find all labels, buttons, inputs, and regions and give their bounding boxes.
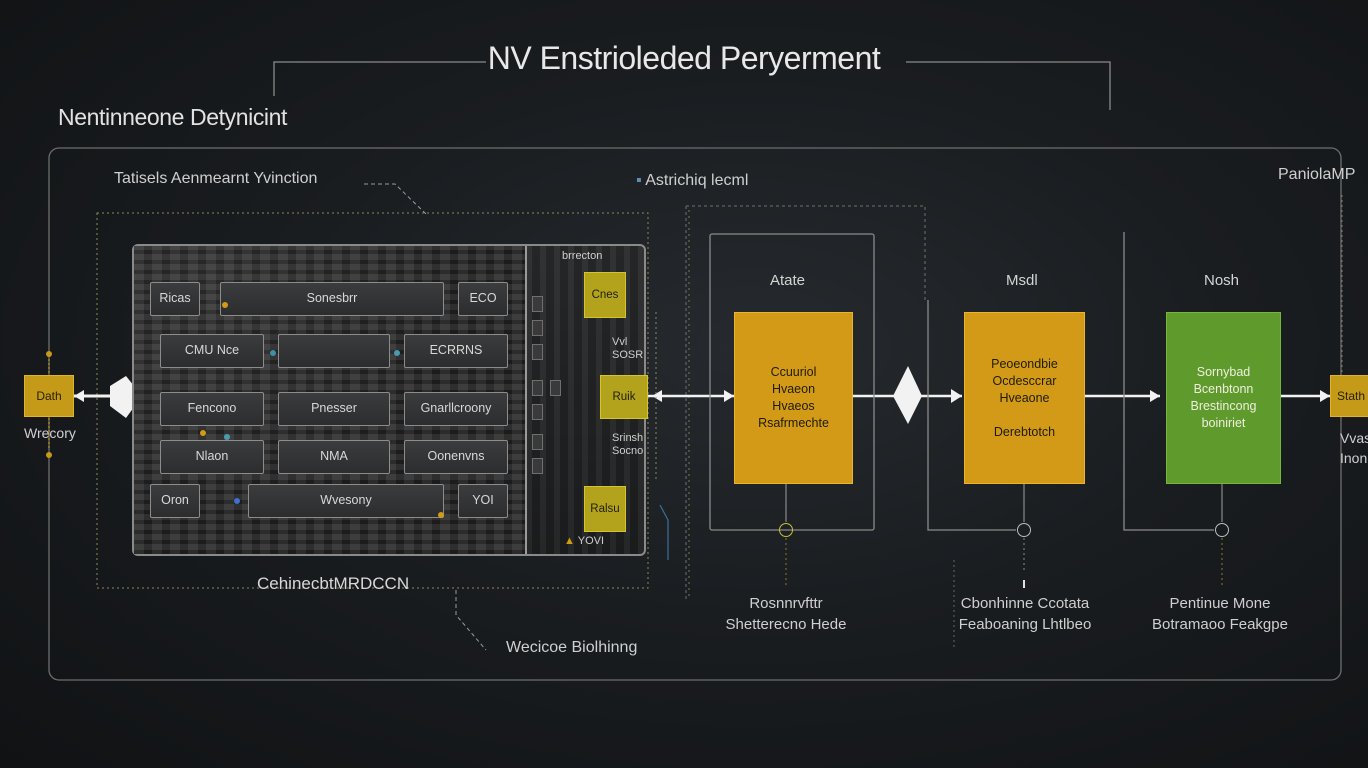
- chip-module: Wvesony: [248, 484, 444, 518]
- stage-head: Atate: [770, 272, 806, 289]
- chip-module: Gnarllcroony: [404, 392, 508, 426]
- indicator-dot: [234, 498, 240, 504]
- chip-module: [278, 334, 390, 368]
- chip-module: NMA: [278, 440, 390, 474]
- stage-caption: Rosnnrvfttr Shetterecno Hede: [725, 595, 847, 633]
- stage-block: Sornybad Bcenbtonn Brestincong boiniriet: [1166, 312, 1281, 484]
- chip-module: Fencono: [160, 392, 264, 426]
- right-io-top-label: PaniolaMP: [1278, 166, 1356, 183]
- bottom-annotation: Wecicoe Biolhinng: [506, 639, 638, 656]
- stage-block: Peoeondbie Ocdesccrar Hveaone Derebtotch: [964, 312, 1085, 484]
- chip-pin: [532, 380, 543, 396]
- chip-pin: [532, 320, 543, 336]
- chip-right-label: Vvl SOSR: [612, 336, 644, 361]
- stage-node: [779, 523, 793, 537]
- stage-head: Nosh: [1204, 272, 1240, 289]
- chip-divider: [525, 246, 527, 554]
- top-annotation: ▪ Astrichiq lecml: [636, 172, 749, 189]
- indicator-dot: [270, 350, 276, 356]
- chip-pin: [532, 344, 543, 360]
- chip-module: Sonesbrr: [220, 282, 444, 316]
- chip-module: Oonenvns: [404, 440, 508, 474]
- chip-module: Nlaon: [160, 440, 264, 474]
- chip-right-label: Srinsh Socno: [612, 432, 644, 457]
- chip-pin: [550, 380, 561, 396]
- chip-right-label: ▲ YOVI: [564, 535, 605, 547]
- chip-module: CMU Nce: [160, 334, 264, 368]
- stage-caption: Pentinue Mone Botramaoo Feakgpe: [1152, 595, 1288, 633]
- yellow-chip: Cnes: [584, 272, 626, 318]
- diagram-subtitle: Nentinneone Detynicint: [58, 104, 288, 130]
- indicator-dot: [224, 434, 230, 440]
- chip-pin: [532, 404, 543, 420]
- top-annotation-text: Astrichiq lecml: [645, 172, 749, 189]
- yellow-chip: Ralsu: [584, 486, 626, 532]
- chip-module: Pnesser: [278, 392, 390, 426]
- chip-top-annotation: Tatisels Aenmearnt Yvinction: [114, 170, 318, 187]
- chip-module: Oron: [150, 484, 200, 518]
- chip-pin: [532, 458, 543, 474]
- indicator-dot: [394, 350, 400, 356]
- chip-module: Ricas: [150, 282, 200, 316]
- chip-pin: [532, 296, 543, 312]
- chip-right-label-text: YOVI: [577, 535, 605, 547]
- right-io-block: Stath: [1330, 375, 1368, 417]
- diagram-title: NV Enstrioleded Peryerment: [487, 40, 881, 76]
- left-io-block: Dath: [24, 375, 74, 417]
- indicator-dot: [200, 430, 206, 436]
- chip-module: ECO: [458, 282, 508, 316]
- chip-bottom-label: CehinecbtMRDCCN: [257, 574, 410, 593]
- yellow-chip: Ruik: [600, 375, 648, 419]
- chip-module: YOI: [458, 484, 508, 518]
- chip-pin: [532, 434, 543, 450]
- chip-right-label: brrecton: [562, 250, 603, 262]
- right-io-caption: Vvas Inon: [1340, 430, 1368, 466]
- stage-node: [1215, 523, 1229, 537]
- indicator-dot: [438, 512, 444, 518]
- left-io-caption: Wrecory: [24, 425, 76, 441]
- indicator-dot: [222, 302, 228, 308]
- stage-node: [1017, 523, 1031, 537]
- stage-caption: Cbonhinne Ccotata Feaboaning Lhtlbeo: [958, 595, 1092, 633]
- chip-module: ECRRNS: [404, 334, 508, 368]
- stage-block: Ccuuriol Hvaeon Hvaeos Rsafrmechte: [734, 312, 853, 484]
- stage-head: Msdl: [1006, 272, 1038, 289]
